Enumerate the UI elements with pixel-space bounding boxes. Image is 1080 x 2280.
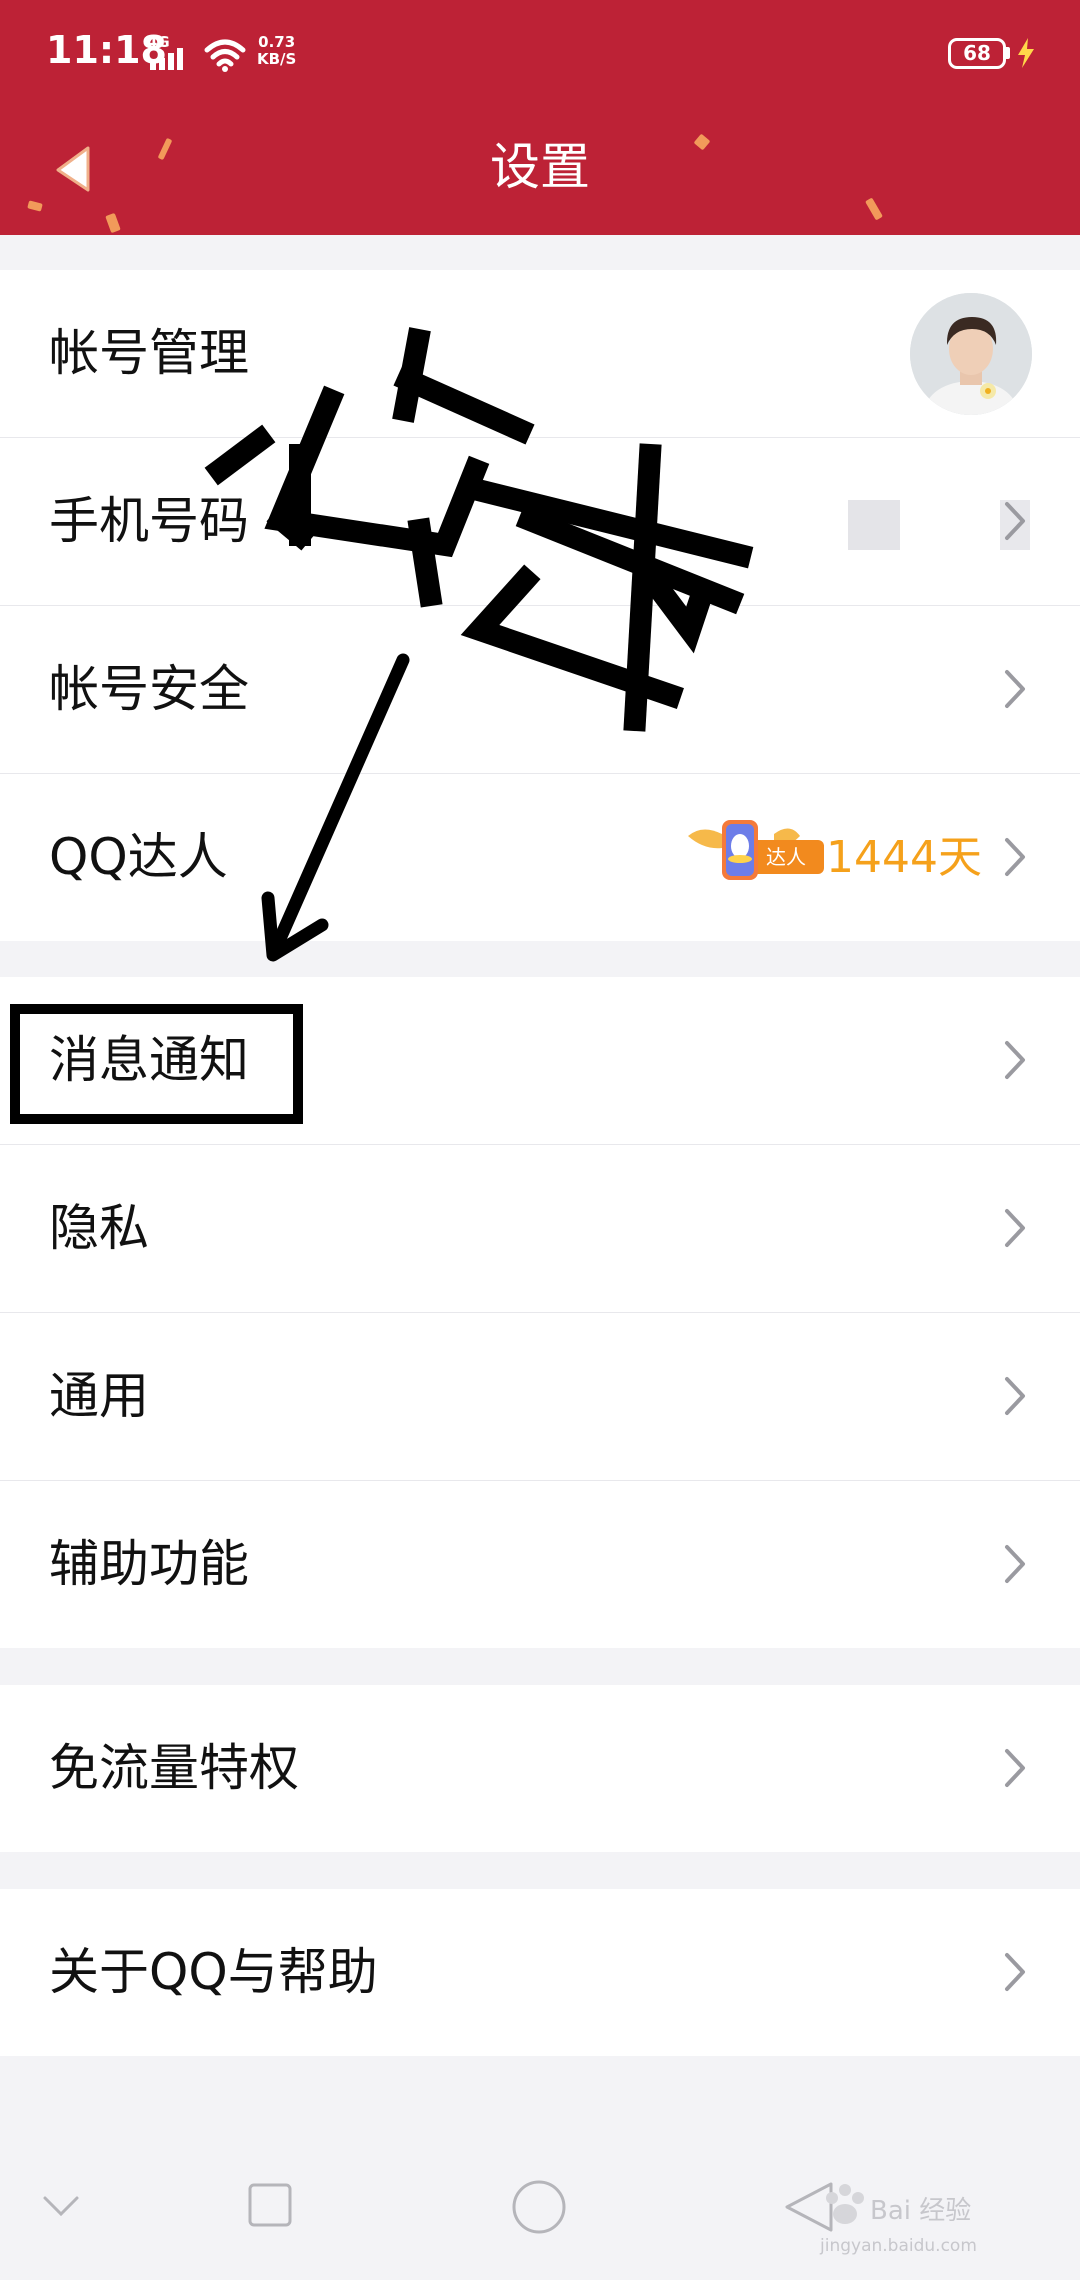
row-label: 隐私 <box>49 1199 149 1257</box>
network-speed: 0.73 KB/S <box>257 34 296 68</box>
avatar-photo-icon <box>910 293 1032 415</box>
chevron-right-icon <box>1005 1545 1025 1583</box>
settings-group-data-saver: 免流量特权 <box>0 1685 1080 1852</box>
avatar[interactable] <box>910 293 1032 415</box>
row-label: 关于QQ与帮助 <box>49 1943 378 2001</box>
settings-row-qq-expert[interactable]: QQ达人 达人 1444天 <box>0 774 1080 941</box>
chevron-right-icon <box>1005 1953 1025 1991</box>
chevron-right-icon <box>1005 1749 1025 1787</box>
settings-row-account-security[interactable]: 帐号安全 <box>0 606 1080 774</box>
qq-expert-badge-icon: 达人 <box>688 820 824 880</box>
settings-group-about: 关于QQ与帮助 <box>0 1889 1080 2056</box>
wifi-icon <box>204 39 246 72</box>
masked-phone-number <box>848 500 900 550</box>
row-label: 免流量特权 <box>49 1739 299 1797</box>
battery-tip <box>1006 47 1010 59</box>
status-bar: 11:18 4G 0.73 KB/S 68 <box>0 0 1080 110</box>
row-label: QQ达人 <box>49 828 228 886</box>
signal-icon <box>150 48 183 70</box>
chevron-right-icon <box>1005 502 1025 540</box>
chevron-right-icon <box>1005 1377 1025 1415</box>
settings-row-about-and-help[interactable]: 关于QQ与帮助 <box>0 1889 1080 2056</box>
chevron-right-icon <box>1005 1041 1025 1079</box>
row-label: 辅助功能 <box>49 1535 249 1593</box>
paw-logo-icon <box>826 2184 864 2224</box>
settings-row-accessibility[interactable]: 辅助功能 <box>0 1481 1080 1648</box>
settings-row-account-management[interactable]: 帐号管理 <box>0 270 1080 438</box>
qq-expert-days: 1444天 <box>826 832 982 883</box>
baidu-jingyan-watermark: Bai 经验 jingyan.baidu.com <box>820 2160 1050 2256</box>
row-label: 帐号安全 <box>49 660 249 718</box>
speed-value: 0.73 <box>258 33 296 51</box>
chevron-right-icon <box>1005 838 1025 876</box>
row-label: 通用 <box>49 1367 149 1425</box>
row-label: 帐号管理 <box>49 324 249 382</box>
settings-group-account: 帐号管理 手机号码 帐号安全 QQ达人 达人 1444天 <box>0 270 1080 941</box>
watermark-text: Bai 经验 <box>870 2196 972 2226</box>
confetti-decoration <box>105 212 121 234</box>
battery-indicator: 68 <box>948 38 1006 69</box>
badge-text: 达人 <box>766 845 806 869</box>
settings-row-privacy[interactable]: 隐私 <box>0 1145 1080 1313</box>
row-label: 手机号码 <box>49 492 249 550</box>
charging-bolt-icon <box>1018 38 1034 68</box>
settings-row-phone-number[interactable]: 手机号码 <box>0 438 1080 606</box>
nav-header: 设置 <box>0 110 1080 235</box>
chevron-right-icon <box>1005 1209 1025 1247</box>
chevron-right-icon <box>1005 670 1025 708</box>
home-button[interactable] <box>512 2180 566 2234</box>
page-title: 设置 <box>490 138 590 196</box>
recent-apps-button[interactable] <box>248 2183 292 2227</box>
collapse-chevron-icon[interactable] <box>42 2195 80 2219</box>
settings-row-general[interactable]: 通用 <box>0 1313 1080 1481</box>
highlight-box <box>10 1004 303 1124</box>
settings-row-free-data-privilege[interactable]: 免流量特权 <box>0 1685 1080 1852</box>
watermark-url: jingyan.baidu.com <box>820 2236 977 2256</box>
speed-unit: KB/S <box>257 50 297 68</box>
